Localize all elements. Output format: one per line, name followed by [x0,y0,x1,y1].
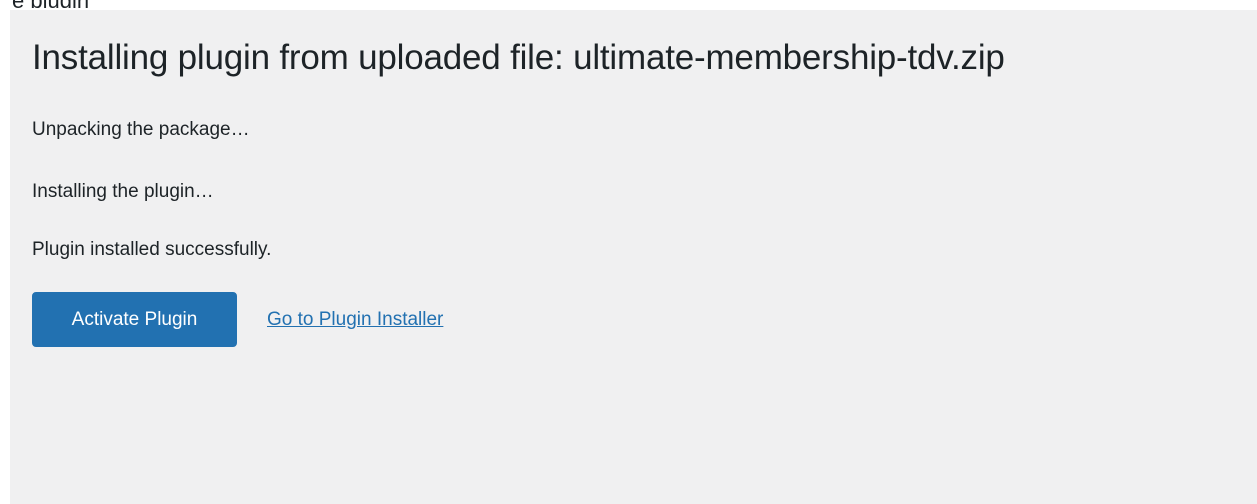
status-message-installing: Installing the plugin… [32,181,214,202]
go-to-plugin-installer-link[interactable]: Go to Plugin Installer [267,308,443,332]
activate-plugin-button[interactable]: Activate Plugin [32,292,237,347]
cropped-top-text: e plugin [12,0,89,8]
status-message-success: Plugin installed successfully. [32,239,272,260]
install-panel: Installing plugin from uploaded file: ul… [10,10,1257,504]
page-title: Installing plugin from uploaded file: ul… [32,38,1005,77]
status-message-unpacking: Unpacking the package… [32,119,250,140]
